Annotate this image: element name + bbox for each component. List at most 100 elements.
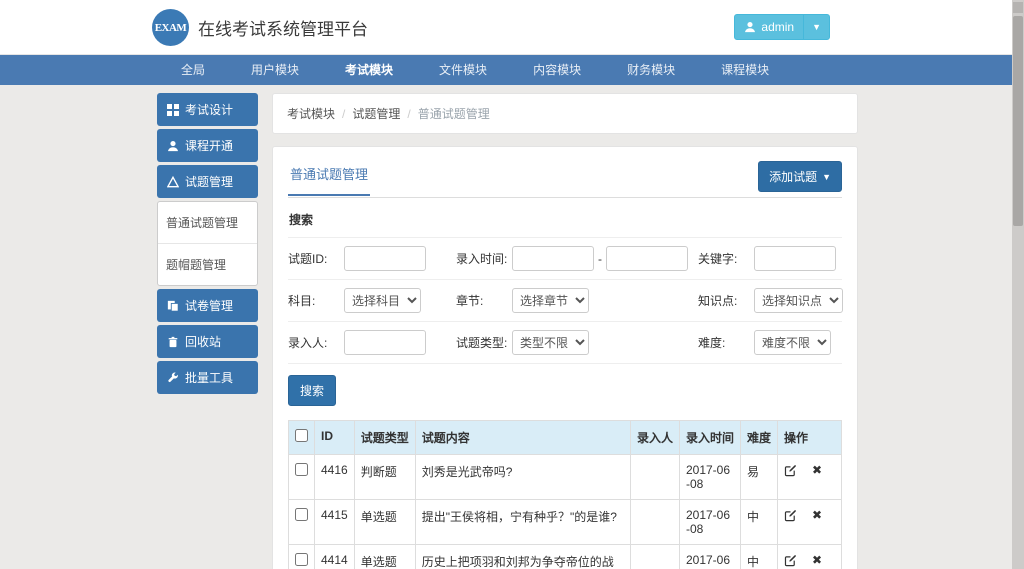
breadcrumb-current: 普通试题管理 [418,107,490,121]
difficulty-select[interactable]: 难度不限 [754,330,831,355]
cell-entry-time: 2017-06-08 [679,455,740,500]
submenu-item-cap-question[interactable]: 题帽题管理 [158,243,257,285]
knowledge-point-select[interactable]: 选择知识点 [754,288,843,313]
cell-difficulty: 中 [740,545,777,569]
breadcrumb-exam-module[interactable]: 考试模块 [287,107,335,121]
delete-icon[interactable]: ✖ [812,508,822,522]
cell-type: 单选题 [354,545,415,569]
user-icon [166,140,179,152]
cell-difficulty: 中 [740,500,777,545]
submenu-item-normal-question[interactable]: 普通试题管理 [158,202,257,243]
edit-icon[interactable] [784,509,797,522]
cell-entry-time: 2017-06-08 [679,500,740,545]
search-section-label: 搜索 [289,211,842,228]
chapter-label: 章节: [456,292,512,309]
cell-difficulty: 易 [740,455,777,500]
cell-content: 提出"王侯将相，宁有种乎？"的是谁? [415,500,630,545]
vertical-scrollbar[interactable] [1012,0,1024,569]
question-type-select[interactable]: 类型不限 [512,330,589,355]
breadcrumb: 考试模块 / 试题管理 / 普通试题管理 [272,93,858,134]
table-row: 4415 单选题 提出"王侯将相，宁有种乎？"的是谁? 2017-06-08 中… [289,500,842,545]
exam-logo-icon: EXAM [152,9,189,46]
chevron-down-icon: ▼ [822,172,831,182]
cell-id: 4415 [315,500,355,545]
select-all-checkbox[interactable] [295,429,308,442]
admin-username: admin [761,20,794,34]
panel-header: 普通试题管理 添加试题 ▼ [288,161,842,198]
cell-content: 刘秀是光武帝吗? [415,455,630,500]
difficulty-label: 难度: [698,334,754,351]
nav-item-global[interactable]: 全局 [158,55,228,85]
app-title: 在线考试系统管理平台 [198,15,368,40]
keyword-input[interactable] [754,246,836,271]
module-navbar: 全局 用户模块 考试模块 文件模块 内容模块 财务模块 课程模块 [0,55,1024,85]
scrollbar-thumb[interactable] [1013,16,1023,226]
cell-id: 4416 [315,455,355,500]
row-checkbox[interactable] [295,463,308,476]
copy-icon [166,300,179,312]
nav-item-finance-module[interactable]: 财务模块 [604,55,698,85]
question-list-panel: 普通试题管理 添加试题 ▼ 搜索 试题ID: 录入时间: - [272,146,858,569]
sidebar-item-label: 试题管理 [185,173,233,190]
cell-content: 历史上把项羽和刘邦为争夺帝位的战争称为 [415,545,630,569]
subject-label: 科目: [288,292,344,309]
sidebar-item-batch-tools[interactable]: 批量工具 [157,361,258,394]
col-header-entered-by: 录入人 [630,421,679,455]
question-table: ID 试题类型 试题内容 录入人 录入时间 难度 操作 4416 判断题 刘秀 [288,420,842,569]
nav-item-file-module[interactable]: 文件模块 [416,55,510,85]
col-header-content: 试题内容 [415,421,630,455]
nav-item-exam-module[interactable]: 考试模块 [322,55,416,85]
sidebar: 考试设计 课程开通 试题管理 普通试题管理 题帽题管理 试卷管理 [157,93,258,397]
scroll-up-button[interactable] [1013,2,1023,13]
sidebar-item-label: 试卷管理 [185,297,233,314]
subject-select[interactable]: 选择科目 [344,288,421,313]
table-row: 4416 判断题 刘秀是光武帝吗? 2017-06-08 易 ✖ [289,455,842,500]
sidebar-item-label: 批量工具 [185,369,233,386]
col-header-entry-time: 录入时间 [679,421,740,455]
col-header-difficulty: 难度 [740,421,777,455]
sidebar-item-question-manage[interactable]: 试题管理 [157,165,258,198]
entered-by-label: 录入人: [288,334,344,351]
admin-user-button[interactable]: admin ▼ [734,14,830,40]
edit-icon[interactable] [784,554,797,567]
grid-icon [166,104,179,116]
breadcrumb-separator: / [342,107,345,121]
breadcrumb-separator: / [407,107,410,121]
chapter-select[interactable]: 选择章节 [512,288,589,313]
sidebar-item-label: 课程开通 [185,137,233,154]
knowledge-point-label: 知识点: [698,292,754,309]
search-form-row-3: 录入人: 试题类型: 类型不限 难度: 难度不限 [288,321,842,363]
sidebar-item-paper-manage[interactable]: 试卷管理 [157,289,258,322]
row-checkbox[interactable] [295,508,308,521]
triangle-icon [166,176,179,188]
col-header-id: ID [315,421,355,455]
row-checkbox[interactable] [295,553,308,566]
add-question-button[interactable]: 添加试题 ▼ [758,161,842,192]
cell-entered-by [630,500,679,545]
col-header-type: 试题类型 [354,421,415,455]
sidebar-item-course-open[interactable]: 课程开通 [157,129,258,162]
top-header: EXAM 在线考试系统管理平台 admin ▼ [0,0,1024,55]
entry-time-from-input[interactable] [512,246,594,271]
nav-item-course-module[interactable]: 课程模块 [698,55,792,85]
delete-icon[interactable]: ✖ [812,553,822,567]
question-id-input[interactable] [344,246,426,271]
sidebar-item-exam-design[interactable]: 考试设计 [157,93,258,126]
nav-item-content-module[interactable]: 内容模块 [510,55,604,85]
delete-icon[interactable]: ✖ [812,463,822,477]
search-button[interactable]: 搜索 [288,375,336,406]
entry-time-to-input[interactable] [606,246,688,271]
entered-by-input[interactable] [344,330,426,355]
cell-id: 4414 [315,545,355,569]
wrench-icon [166,372,179,384]
user-dropdown-caret[interactable]: ▼ [803,15,829,39]
question-manage-submenu: 普通试题管理 题帽题管理 [157,201,258,286]
user-icon [744,21,756,33]
brand: EXAM 在线考试系统管理平台 [152,9,368,46]
nav-item-user-module[interactable]: 用户模块 [228,55,322,85]
breadcrumb-question-manage[interactable]: 试题管理 [352,107,400,121]
table-row: 4414 单选题 历史上把项羽和刘邦为争夺帝位的战争称为 2017-06-08 … [289,545,842,569]
sidebar-item-recycle-bin[interactable]: 回收站 [157,325,258,358]
keyword-label: 关键字: [698,250,754,267]
edit-icon[interactable] [784,464,797,477]
